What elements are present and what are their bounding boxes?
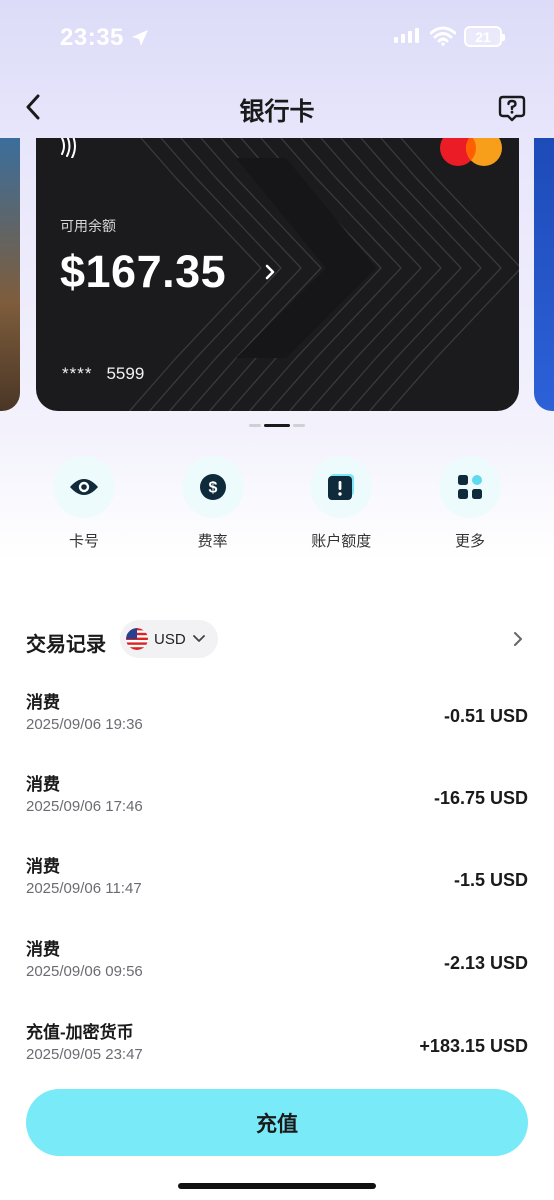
battery-level: 21 [475,28,491,45]
status-time: 23:35 [60,24,124,51]
pager-dot-active [264,424,290,427]
transaction-row[interactable]: 消费 2025/09/06 17:46 -16.75 USD [26,770,528,830]
card-carousel[interactable]: 可用余额 $167.35 **** 5599 [0,138,554,414]
mastercard-logo [440,138,502,166]
transaction-row[interactable]: 充值-加密货币 2025/09/05 23:47 +183.15 USD [26,1018,528,1078]
us-flag-icon [126,628,148,650]
chevron-down-icon [192,635,205,642]
transaction-row[interactable]: 消费 2025/09/06 19:36 -0.51 USD [26,688,528,748]
transaction-date: 2025/09/06 19:36 [26,716,143,733]
transaction-amount: -16.75 USD [433,788,528,808]
eye-icon [53,456,115,518]
status-bar: 23:35 21 [0,0,554,76]
transaction-type: 消费 [26,940,60,959]
next-card[interactable] [534,138,554,411]
transaction-type: 充值-加密货币 [26,1023,134,1042]
currency-selector[interactable]: USD [120,620,218,658]
transactions-title: 交易记录 [26,634,106,656]
svg-text:$: $ [208,480,217,497]
status-time-group: 23:35 [60,24,150,52]
more-label: 更多 [454,533,485,550]
transaction-amount: -1.5 USD [453,870,528,890]
card-number: **** 5599 [62,364,144,384]
nav-header: 银行卡 [0,84,554,132]
chevron-right-icon[interactable] [512,630,524,648]
transaction-type: 消费 [26,775,60,794]
bank-card[interactable]: 可用余额 $167.35 **** 5599 [36,138,519,411]
signal-icon [394,28,419,43]
transactions-header: 交易记录 USD [26,620,528,660]
transaction-amount: -0.51 USD [443,706,528,726]
home-indicator[interactable] [178,1183,376,1189]
card-number-mask: **** [62,364,93,383]
carousel-pager [0,424,554,427]
recharge-button[interactable]: 充值 [26,1089,528,1156]
fee-rate-button[interactable]: $ 费率 [149,456,277,551]
transaction-date: 2025/09/06 09:56 [26,963,143,980]
transaction-type: 消费 [26,693,60,712]
transaction-amount: -2.13 USD [443,953,528,973]
wifi-icon [430,26,456,46]
quick-actions: 卡号 $ 费率 账户额度 更多 [20,456,534,551]
pager-dot [293,424,305,427]
card-number-button[interactable]: 卡号 [20,456,148,551]
alert-icon [310,456,373,518]
chevron-right-icon[interactable] [262,262,278,282]
contactless-icon [61,138,76,158]
card-balance[interactable]: $167.35 [60,246,226,298]
fee-rate-label: 费率 [197,533,228,550]
currency-code: USD [154,630,186,648]
transaction-row[interactable]: 消费 2025/09/06 09:56 -2.13 USD [26,935,528,995]
battery-icon: 21 [464,26,505,47]
help-icon[interactable] [498,94,526,122]
card-last-four: 5599 [106,364,145,383]
pager-dot [249,424,261,427]
transaction-date: 2025/09/05 23:47 [26,1046,143,1063]
page-title: 银行卡 [239,98,315,126]
transaction-type: 消费 [26,857,60,876]
account-limit-button[interactable]: 账户额度 [277,456,405,551]
dollar-icon: $ [181,456,244,518]
transaction-row[interactable]: 消费 2025/09/06 11:47 -1.5 USD [26,852,528,912]
location-arrow-icon [131,30,148,46]
grid-icon [438,456,501,518]
transaction-amount: +183.15 USD [419,1036,528,1056]
account-limit-label: 账户额度 [311,533,372,550]
card-number-label: 卡号 [68,533,99,550]
more-button[interactable]: 更多 [406,456,534,551]
previous-card[interactable] [0,138,20,411]
transaction-date: 2025/09/06 17:46 [26,798,143,815]
available-balance-label: 可用余额 [60,218,116,234]
transaction-date: 2025/09/06 11:47 [26,880,142,897]
